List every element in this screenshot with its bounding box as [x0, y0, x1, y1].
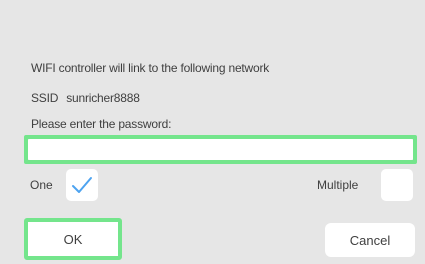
- ssid-label: SSID: [31, 91, 59, 105]
- ssid-value: sunricher8888: [66, 91, 140, 105]
- password-input[interactable]: [28, 139, 413, 160]
- one-checkbox[interactable]: [66, 169, 98, 201]
- ssid-row: SSID sunricher8888: [31, 91, 140, 105]
- password-field-highlight: [24, 135, 417, 164]
- password-prompt: Please enter the password:: [31, 117, 172, 131]
- checkmark-icon: [72, 177, 92, 193]
- one-label: One: [30, 178, 53, 192]
- multiple-label: Multiple: [317, 178, 359, 192]
- ok-button[interactable]: OK: [24, 218, 122, 260]
- multiple-checkbox[interactable]: [381, 169, 413, 201]
- dialog-message: WIFI controller will link to the followi…: [31, 61, 270, 75]
- wifi-link-dialog: WIFI controller will link to the followi…: [0, 0, 425, 264]
- cancel-button[interactable]: Cancel: [325, 223, 415, 257]
